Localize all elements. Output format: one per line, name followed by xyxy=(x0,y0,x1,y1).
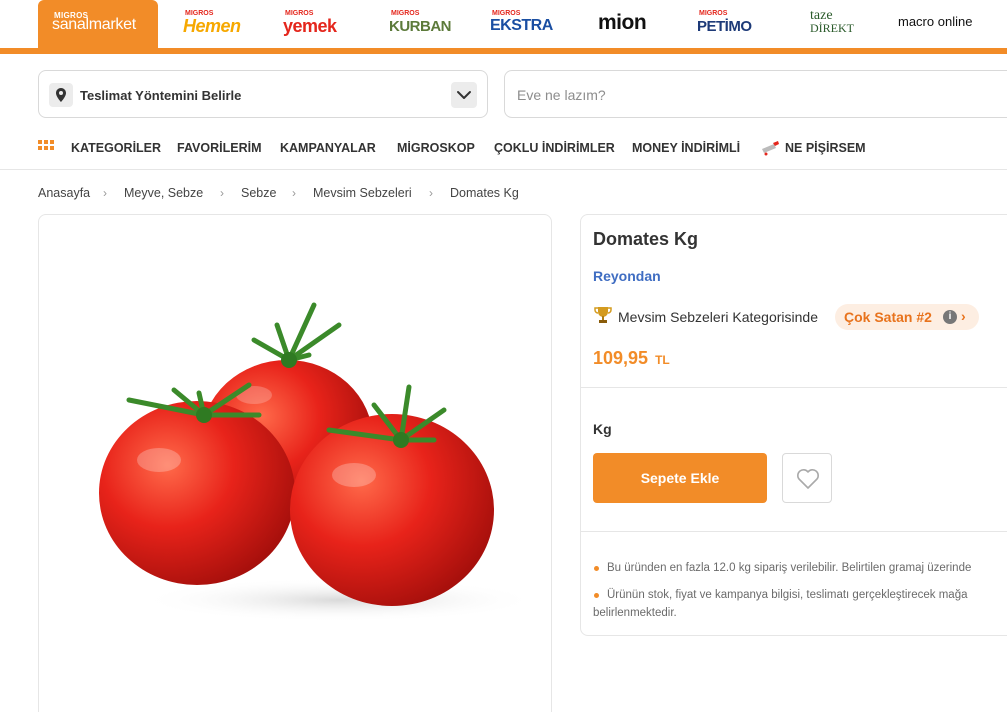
brand-small-label: MIGROS xyxy=(391,10,420,17)
product-title: Domates Kg xyxy=(593,229,699,249)
chevron-down-icon[interactable] xyxy=(451,82,477,108)
nav-item-kampanyalar[interactable]: KAMPANYALAR xyxy=(280,141,376,155)
location-pin-icon xyxy=(49,83,73,107)
brand-tab-taze-direkt[interactable]: taze DİREKT xyxy=(810,8,860,42)
favorite-button[interactable] xyxy=(782,453,832,503)
product-price: 109,95 TL xyxy=(593,348,670,369)
brand-small-label: MIGROS xyxy=(492,10,521,17)
brand-tab-sanalmarket[interactable]: MIGROS sanalmarket xyxy=(38,0,158,50)
breadcrumb-item[interactable]: Mevsim Sebzeleri xyxy=(313,186,412,200)
search-box[interactable] xyxy=(504,70,1007,118)
brand-name-line2: DİREKT xyxy=(810,21,854,35)
breadcrumb-separator-icon: › xyxy=(103,186,107,200)
brand-tab-yemek[interactable]: MIGROS yemek xyxy=(283,10,353,42)
price-value: 109,95 xyxy=(593,348,649,368)
brand-name: KURBAN xyxy=(389,18,452,35)
search-input[interactable] xyxy=(517,83,917,107)
bullet-icon xyxy=(594,566,599,571)
brand-name: yemek xyxy=(283,16,337,36)
nav-item-money-indirimli[interactable]: MONEY İNDİRİMLİ xyxy=(632,141,740,155)
brand-tab-kurban[interactable]: MIGROS KURBAN xyxy=(389,10,455,42)
unit-label: Kg xyxy=(593,421,612,437)
max-order-note: Bu üründen en fazla 12.0 kg sipariş veri… xyxy=(607,562,972,574)
nav-item-coklu-indirimler[interactable]: ÇOKLU İNDİRİMLER xyxy=(494,141,615,155)
bestseller-category-text: Mevsim Sebzeleri Kategorisinde xyxy=(618,309,818,325)
bestseller-label: Çok Satan #2 xyxy=(844,309,932,325)
breadcrumb-item[interactable]: Anasayfa xyxy=(38,186,90,200)
brand-name: Hemen xyxy=(183,16,241,36)
stock-info-note-continued: belirlenmektedir. xyxy=(593,607,677,619)
nav-item-migroskop[interactable]: MİGROSKOP xyxy=(397,141,475,155)
product-image[interactable] xyxy=(39,215,552,712)
brand-tab-ekstra[interactable]: MIGROS EKSTRA xyxy=(490,10,558,42)
product-brand-link[interactable]: Reyondan xyxy=(593,268,661,284)
bestseller-badge[interactable]: Çok Satan #2 i › xyxy=(835,304,979,330)
delivery-method-select[interactable]: Teslimat Yöntemini Belirle xyxy=(38,70,488,118)
grid-menu-icon[interactable] xyxy=(38,140,56,154)
info-icon[interactable]: i xyxy=(943,310,957,324)
nav-item-kategoriler[interactable]: KATEGORİLER xyxy=(71,141,161,155)
brand-name: EKSTRA xyxy=(490,17,553,34)
breadcrumb-item[interactable]: Meyve, Sebze xyxy=(124,186,203,200)
brand-small-label: MIGROS xyxy=(699,10,728,17)
product-detail-panel: Domates Kg Reyondan Mevsim Sebzeleri Kat… xyxy=(580,214,1007,636)
stock-info-note: Ürünün stok, fiyat ve kampanya bilgisi, … xyxy=(607,589,968,601)
delivery-method-label: Teslimat Yöntemini Belirle xyxy=(80,88,242,103)
divider xyxy=(581,387,1007,388)
price-currency: TL xyxy=(655,353,670,367)
bullet-icon xyxy=(594,593,599,598)
breadcrumb-separator-icon: › xyxy=(429,186,433,200)
breadcrumb-item[interactable]: Sebze xyxy=(241,186,276,200)
breadcrumb-separator-icon: › xyxy=(292,186,296,200)
add-to-cart-button[interactable]: Sepete Ekle xyxy=(593,453,767,503)
nav-item-ne-pisirsem[interactable]: NE PİŞİRSEM xyxy=(785,141,866,155)
brand-name: sanalmarket xyxy=(52,16,136,33)
brand-name: macro online xyxy=(898,14,973,29)
breadcrumb-separator-icon: › xyxy=(220,186,224,200)
brand-tab-petimo[interactable]: MIGROS PETİMO xyxy=(697,10,763,42)
chevron-right-icon: › xyxy=(961,308,966,324)
brand-name: PETİMO xyxy=(697,18,752,35)
breadcrumb-current: Domates Kg xyxy=(450,186,519,200)
heart-icon xyxy=(797,469,819,489)
brand-tab-hemen[interactable]: MIGROS Hemen xyxy=(183,10,247,42)
brand-bar: MIGROS sanalmarket MIGROS Hemen MIGROS y… xyxy=(0,0,1007,56)
brand-tab-mion[interactable]: mion xyxy=(598,10,658,42)
brand-name: mion xyxy=(598,11,647,34)
trophy-icon xyxy=(594,307,612,323)
product-image-panel xyxy=(38,214,552,712)
cooking-icon xyxy=(762,141,779,156)
divider xyxy=(581,531,1007,532)
brand-tab-macro-online[interactable]: macro online xyxy=(898,10,978,42)
nav-item-favorilerim[interactable]: FAVORİLERİM xyxy=(177,141,262,155)
